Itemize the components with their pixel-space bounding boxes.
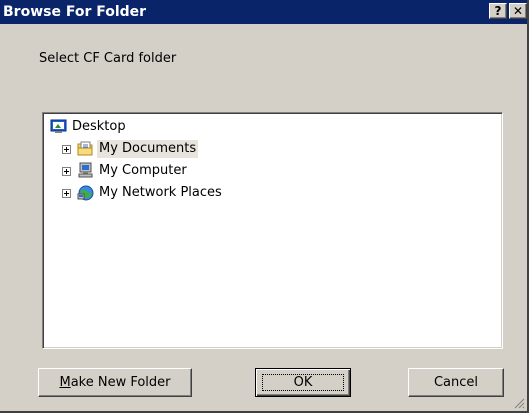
expand-plus-icon[interactable] bbox=[62, 189, 71, 198]
help-icon: ? bbox=[494, 4, 502, 18]
title-bar[interactable]: Browse For Folder ? ✕ bbox=[0, 0, 527, 24]
close-icon: ✕ bbox=[512, 4, 524, 18]
tree-item-label: My Computer bbox=[99, 163, 187, 178]
help-button[interactable]: ? bbox=[489, 3, 507, 19]
tree-item-label: My Network Places bbox=[99, 185, 222, 200]
expand-plus-icon[interactable] bbox=[62, 167, 71, 176]
window-title: Browse For Folder bbox=[3, 4, 147, 20]
tree-item-label: My Documents bbox=[97, 140, 199, 158]
computer-icon bbox=[78, 162, 93, 178]
close-button[interactable]: ✕ bbox=[509, 3, 527, 19]
instruction-text: Select CF Card folder bbox=[39, 51, 177, 66]
cancel-button[interactable]: Cancel bbox=[408, 368, 504, 397]
resize-grip-icon[interactable] bbox=[513, 397, 525, 409]
tree-item-label: Desktop bbox=[72, 119, 126, 134]
ok-button[interactable]: OK bbox=[255, 368, 351, 397]
desktop-icon bbox=[50, 119, 67, 133]
button-label: OK bbox=[293, 375, 313, 390]
make-new-folder-button[interactable]: Make New Folder bbox=[38, 368, 192, 397]
browse-for-folder-dialog: Browse For Folder ? ✕ Select CF Card fol… bbox=[0, 0, 529, 413]
network-places-icon bbox=[77, 185, 94, 201]
mnemonic-letter: M bbox=[59, 375, 71, 390]
button-label: ake New Folder bbox=[70, 375, 171, 390]
folder-tree[interactable]: Desktop My Documents My Computer My Netw… bbox=[42, 112, 503, 349]
button-label: Cancel bbox=[433, 375, 479, 390]
expand-plus-icon[interactable] bbox=[62, 145, 71, 154]
folder-documents-icon bbox=[77, 141, 93, 156]
